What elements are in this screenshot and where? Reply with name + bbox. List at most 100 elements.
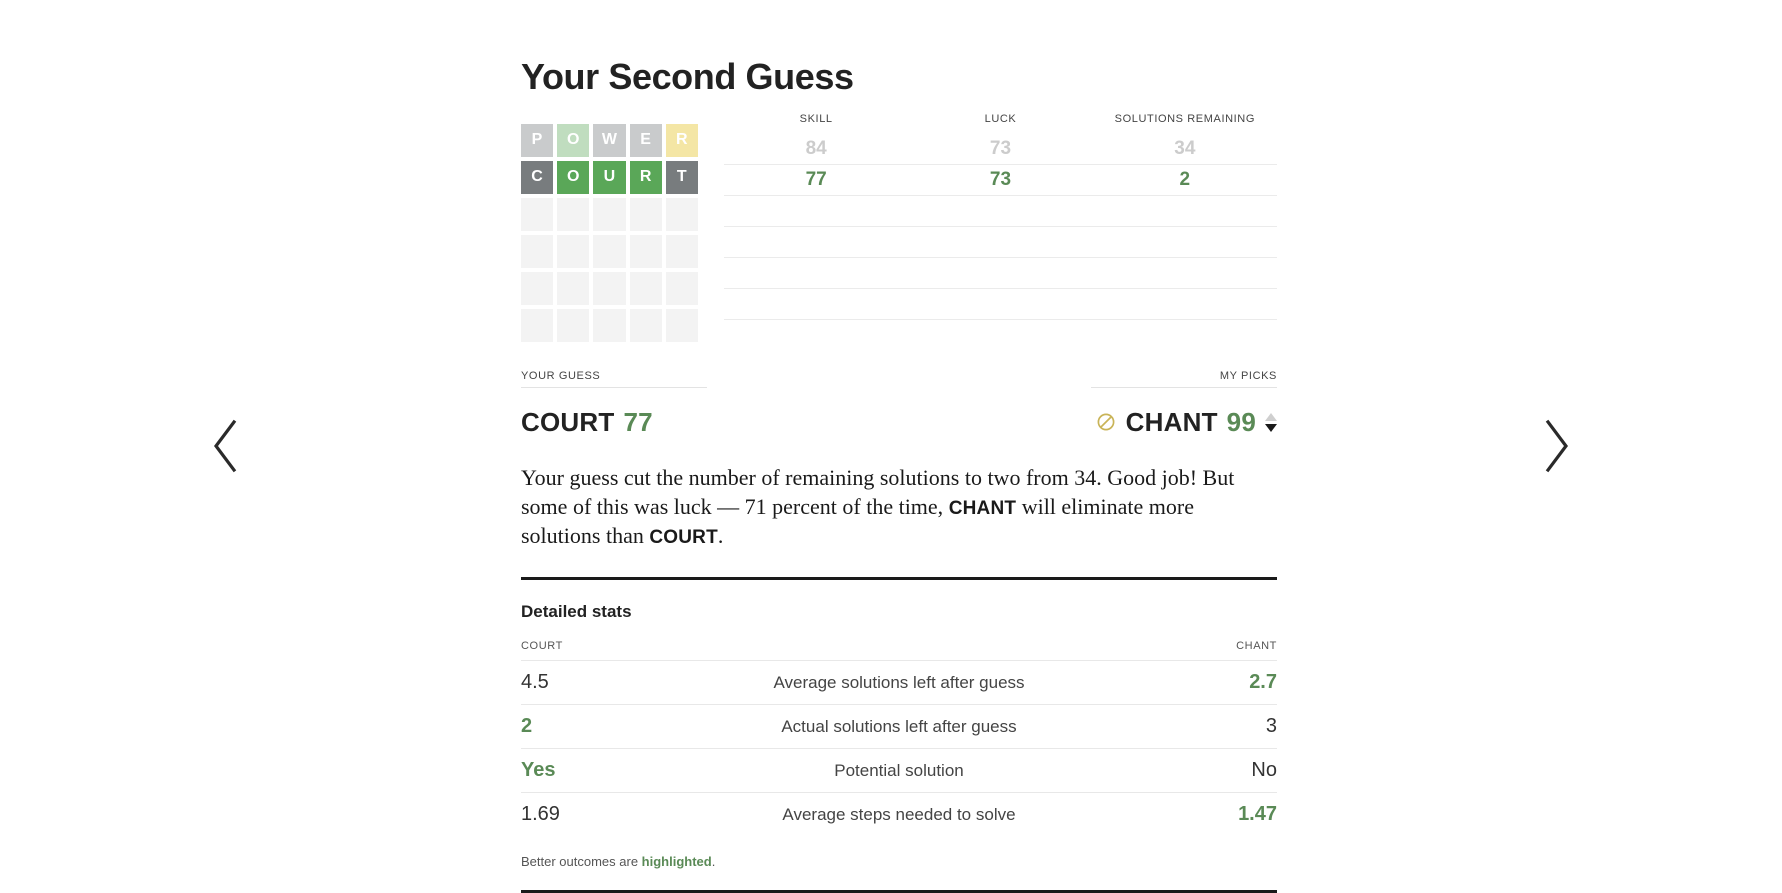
triangle-down-icon[interactable]	[1265, 423, 1277, 432]
board-row	[521, 234, 699, 268]
detailed-stats-metric-label: Average solutions left after guess	[773, 660, 1025, 705]
board-and-scoreboard: POWERCOURT SKILL LUCK SOLUTIONS REMAININ…	[521, 113, 1277, 342]
scoreboard-cell: 73	[908, 164, 1093, 196]
detailed-stats-metric-label: Potential solution	[773, 748, 1025, 793]
detailed-stats-right-value: 2.7	[1025, 660, 1277, 705]
scoreboard-row: 77 73 2	[724, 164, 1277, 196]
next-guess-button[interactable]	[1482, 0, 1632, 891]
scoreboard-col-solutions-remaining: SOLUTIONS REMAINING	[1114, 112, 1256, 125]
scoreboard-col-luck: LUCK	[984, 112, 1017, 125]
detailed-stats-right-value: No	[1025, 748, 1277, 793]
table-row: 1.69 Average steps needed to solve 1.47	[521, 792, 1277, 837]
detailed-stats-col-center	[773, 640, 1025, 661]
scoreboard-cell	[724, 257, 909, 289]
narrative-bold-court: COURT	[649, 527, 718, 549]
detailed-stats-metric-label: Average steps needed to solve	[773, 792, 1025, 837]
board-tile	[665, 271, 699, 305]
scoreboard-row: 84 73 34	[724, 133, 1277, 165]
board-tile	[629, 308, 662, 342]
board-row	[521, 197, 699, 231]
board-tile: U	[593, 160, 626, 194]
footnote-highlighted-word: highlighted	[641, 854, 712, 870]
detailed-stats-right-value: 1.47	[1025, 792, 1277, 837]
detailed-stats-right-value: 3	[1025, 704, 1277, 749]
board-row	[521, 271, 699, 305]
your-guess-value: COURT 77	[521, 407, 653, 438]
board-tile	[521, 308, 554, 342]
scoreboard-cell	[1092, 226, 1277, 258]
board-tile: T	[665, 160, 699, 194]
scoreboard-cell	[1092, 257, 1277, 289]
table-row: 4.5 Average solutions left after guess 2.7	[521, 660, 1277, 705]
board-tile: R	[629, 160, 662, 194]
wordle-board: POWERCOURT	[521, 123, 699, 342]
board-tile: O	[557, 123, 590, 157]
scoreboard-cell	[1092, 288, 1277, 320]
chevron-right-icon	[1540, 417, 1574, 475]
footnote-prefix: Better outcomes are	[521, 854, 642, 870]
board-tile	[557, 271, 590, 305]
detailed-stats-left-value: 4.5	[521, 660, 773, 705]
board-tile	[629, 197, 662, 231]
your-guess-word: COURT	[521, 406, 615, 437]
board-tile	[665, 234, 699, 268]
your-guess-score: 77	[623, 406, 653, 437]
pick-comparison-row: COURT 77 CHANT 99	[521, 407, 1277, 438]
scoreboard-cell	[724, 288, 909, 320]
no-entry-circle-icon	[1096, 412, 1116, 432]
board-tile	[557, 234, 590, 268]
scoreboard-cell	[908, 226, 1093, 258]
scoreboard-header-row: SKILL LUCK SOLUTIONS REMAINING	[724, 113, 1277, 134]
detailed-stats-col-right: CHANT	[1236, 640, 1277, 653]
board-tile: R	[665, 123, 699, 157]
board-tile: E	[629, 123, 662, 157]
scoreboard-cell	[1092, 195, 1277, 227]
table-row: 2 Actual solutions left after guess 3	[521, 704, 1277, 749]
board-tile	[629, 271, 662, 305]
footnote-suffix: .	[711, 854, 716, 870]
scoreboard-row	[724, 288, 1277, 320]
scoreboard-cell	[908, 257, 1093, 289]
scoreboard-row	[724, 195, 1277, 227]
your-guess-label: YOUR GUESS	[521, 370, 707, 388]
detailed-stats-left-value: 1.69	[521, 792, 773, 837]
detailed-stats-left-value: Yes	[521, 748, 773, 793]
board-tile	[593, 234, 626, 268]
triangle-up-icon[interactable]	[1265, 412, 1277, 421]
chevron-left-icon	[208, 417, 242, 475]
scoreboard-cell	[724, 195, 909, 227]
board-tile	[593, 308, 626, 342]
detailed-stats-col-left: COURT	[521, 640, 563, 653]
pick-stepper[interactable]	[1265, 412, 1277, 432]
previous-guess-button[interactable]	[150, 0, 300, 891]
scoreboard-cell	[908, 288, 1093, 320]
board-tile	[593, 197, 626, 231]
guess-analysis-panel: Your Second Guess POWERCOURT SKILL LUCK …	[521, 0, 1277, 893]
board-row: POWER	[521, 123, 699, 157]
detailed-stats-left-value: 2	[521, 704, 773, 749]
scoreboard: SKILL LUCK SOLUTIONS REMAINING 84 73 34 77 7…	[724, 113, 1277, 320]
scoreboard-cell	[908, 195, 1093, 227]
narrative-part-3: .	[717, 523, 724, 549]
board-tile	[557, 197, 590, 231]
board-tile	[557, 308, 590, 342]
board-row	[521, 308, 699, 342]
board-tile: O	[557, 160, 590, 194]
my-picks-label: MY PICKS	[1091, 370, 1277, 388]
board-row: COURT	[521, 160, 699, 194]
board-tile: W	[593, 123, 626, 157]
board-tile	[665, 308, 699, 342]
detailed-stats-header-row: COURT CHANT	[521, 640, 1277, 661]
scoreboard-cell: 84	[724, 133, 909, 165]
page-title: Your Second Guess	[521, 56, 854, 97]
my-pick-value: CHANT 99	[1096, 407, 1277, 438]
scoreboard-cell: 73	[908, 133, 1093, 165]
narrative-bold-chant: CHANT	[948, 497, 1017, 519]
scoreboard-cell: 2	[1092, 164, 1277, 196]
board-tile	[629, 234, 662, 268]
board-tile: P	[521, 123, 554, 157]
narrative-text: Your guess cut the number of remaining s…	[521, 463, 1277, 551]
scoreboard-col-skill: SKILL	[799, 112, 833, 125]
board-tile	[521, 271, 554, 305]
board-tile: C	[521, 160, 554, 194]
